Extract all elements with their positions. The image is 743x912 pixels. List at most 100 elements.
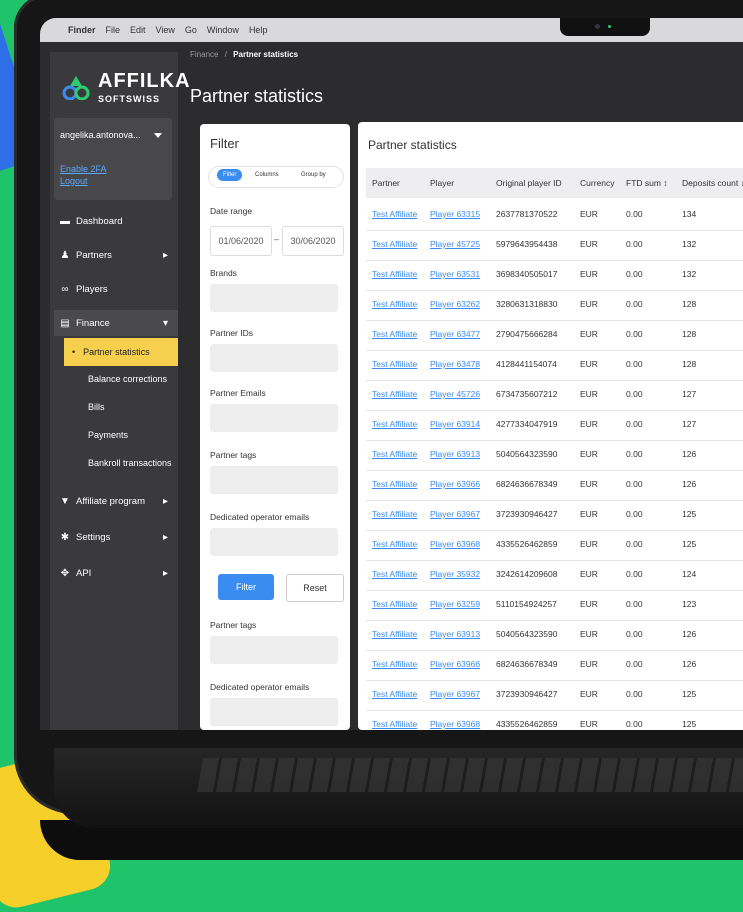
brand-logo[interactable]: AFFILKA SOFTSWISS [60, 62, 190, 112]
sidebar-item-balance-corrections[interactable]: Balance corrections [64, 374, 178, 384]
cell-player[interactable]: Player 63968 [430, 719, 480, 729]
cell-deposits-count: 128 [682, 329, 697, 339]
cell-partner[interactable]: Test Affiliate [372, 689, 417, 699]
cell-player[interactable]: Player 63477 [430, 329, 480, 339]
table-row[interactable]: Test Affiliate Player 63966 6824636678349 E… [366, 470, 743, 501]
tab-columns[interactable]: Columns [255, 172, 279, 178]
partner-ids-input[interactable] [210, 344, 338, 372]
column-header-currency[interactable]: Currency [580, 178, 614, 188]
table-row[interactable]: Test Affiliate Player 63967 3723930946427 E… [366, 680, 743, 711]
cell-partner[interactable]: Test Affiliate [372, 239, 417, 249]
partner-tags-input-2[interactable] [210, 636, 338, 664]
cell-player[interactable]: Player 63914 [430, 419, 480, 429]
sidebar-item-partners[interactable]: ♟ Partners ▸ [54, 242, 178, 268]
breadcrumb-parent[interactable]: Finance [190, 50, 218, 59]
table-row[interactable]: Test Affiliate Player 63968 4335526462859 E… [366, 530, 743, 561]
enable-2fa-link[interactable]: Enable 2FA [60, 164, 107, 174]
partner-emails-input[interactable] [210, 404, 338, 432]
menu-file[interactable]: File [106, 25, 121, 35]
table-row[interactable]: Test Affiliate Player 63531 3698340505017 E… [366, 260, 743, 291]
cell-partner[interactable]: Test Affiliate [372, 269, 417, 279]
table-row[interactable]: Test Affiliate Player 63259 5110154924257 E… [366, 590, 743, 621]
dedicated-emails-input[interactable] [210, 528, 338, 556]
cell-partner[interactable]: Test Affiliate [372, 509, 417, 519]
column-header-ftd-sum[interactable]: FTD sum ↕ [626, 178, 668, 188]
cell-player[interactable]: Player 45726 [430, 389, 480, 399]
cell-partner[interactable]: Test Affiliate [372, 569, 417, 579]
column-header-original-player-id[interactable]: Original player ID [496, 178, 562, 188]
cell-player[interactable]: Player 63968 [430, 539, 480, 549]
cell-player[interactable]: Player 63259 [430, 599, 480, 609]
cell-player[interactable]: Player 63315 [430, 209, 480, 219]
brands-input[interactable] [210, 284, 338, 312]
cell-partner[interactable]: Test Affiliate [372, 599, 417, 609]
cell-partner[interactable]: Test Affiliate [372, 359, 417, 369]
filter-button[interactable]: Filter [218, 574, 274, 600]
sidebar-item-payments[interactable]: Payments [64, 430, 178, 440]
sidebar-item-bills[interactable]: Bills [64, 402, 178, 412]
table-row[interactable]: Test Affiliate Player 63968 4335526462859 E… [366, 710, 743, 730]
dedicated-emails-input-2[interactable] [210, 698, 338, 726]
table-row[interactable]: Test Affiliate Player 63967 3723930946427 E… [366, 500, 743, 531]
cell-player[interactable]: Player 63967 [430, 509, 480, 519]
sidebar-item-partner-statistics[interactable]: • Partner statistics [64, 338, 178, 366]
cell-partner[interactable]: Test Affiliate [372, 719, 417, 729]
table-row[interactable]: Test Affiliate Player 63477 2790475666284 E… [366, 320, 743, 351]
cell-player[interactable]: Player 63262 [430, 299, 480, 309]
cell-partner[interactable]: Test Affiliate [372, 539, 417, 549]
tab-group-by[interactable]: Group by [301, 172, 326, 178]
sidebar-item-api[interactable]: ✥ API ▸ [54, 560, 178, 586]
sidebar-item-finance[interactable]: ▤ Finance ▾ [54, 310, 178, 336]
sidebar-item-affiliate-program[interactable]: ▼ Affiliate program ▸ [54, 488, 178, 514]
cell-player[interactable]: Player 35932 [430, 569, 480, 579]
cell-player[interactable]: Player 63913 [430, 629, 480, 639]
partner-tags-input[interactable] [210, 466, 338, 494]
table-row[interactable]: Test Affiliate Player 63913 5040564323590 E… [366, 620, 743, 651]
table-row[interactable]: Test Affiliate Player 35932 3242614209608 E… [366, 560, 743, 591]
sidebar-item-players[interactable]: ∞ Players [54, 276, 178, 302]
table-row[interactable]: Test Affiliate Player 45725 5979643954438 E… [366, 230, 743, 261]
table-row[interactable]: Test Affiliate Player 63966 6824636678349 E… [366, 650, 743, 681]
table-row[interactable]: Test Affiliate Player 63262 3280631318830 E… [366, 290, 743, 321]
cell-partner[interactable]: Test Affiliate [372, 659, 417, 669]
cell-partner[interactable]: Test Affiliate [372, 479, 417, 489]
cell-partner[interactable]: Test Affiliate [372, 299, 417, 309]
date-to-input[interactable]: 30/06/2020 [282, 226, 344, 256]
column-header-partner[interactable]: Partner [372, 178, 400, 188]
table-row[interactable]: Test Affiliate Player 63914 4277334047919 E… [366, 410, 743, 441]
menu-go[interactable]: Go [185, 25, 197, 35]
cell-player[interactable]: Player 63966 [430, 659, 480, 669]
menu-finder[interactable]: Finder [68, 25, 96, 35]
cell-partner[interactable]: Test Affiliate [372, 209, 417, 219]
table-row[interactable]: Test Affiliate Player 63913 5040564323590 E… [366, 440, 743, 471]
table-row[interactable]: Test Affiliate Player 63315 2637781370522 E… [366, 200, 743, 231]
cell-partner[interactable]: Test Affiliate [372, 629, 417, 639]
cell-player[interactable]: Player 45725 [430, 239, 480, 249]
cell-partner[interactable]: Test Affiliate [372, 329, 417, 339]
column-header-deposits-count[interactable]: Deposits count ↓ [682, 178, 743, 188]
cell-partner[interactable]: Test Affiliate [372, 449, 417, 459]
cell-player[interactable]: Player 63531 [430, 269, 480, 279]
logout-link[interactable]: Logout [60, 176, 88, 186]
table-row[interactable]: Test Affiliate Player 45726 6734735607212 E… [366, 380, 743, 411]
cell-partner[interactable]: Test Affiliate [372, 419, 417, 429]
sidebar-item-dashboard[interactable]: ▬ Dashboard [54, 208, 178, 234]
cell-player[interactable]: Player 63966 [430, 479, 480, 489]
cell-partner[interactable]: Test Affiliate [372, 389, 417, 399]
date-from-input[interactable]: 01/06/2020 [210, 226, 272, 256]
sidebar-item-settings[interactable]: ✱ Settings ▸ [54, 524, 178, 550]
cell-player[interactable]: Player 63913 [430, 449, 480, 459]
chevron-down-icon[interactable] [154, 133, 162, 138]
menu-window[interactable]: Window [207, 25, 239, 35]
user-name[interactable]: angelika.antonova... [60, 130, 141, 140]
cell-player[interactable]: Player 63478 [430, 359, 480, 369]
menu-view[interactable]: View [156, 25, 175, 35]
table-row[interactable]: Test Affiliate Player 63478 4128441154074 E… [366, 350, 743, 381]
column-header-player[interactable]: Player [430, 178, 454, 188]
tab-filter[interactable]: Filter [217, 169, 243, 181]
menu-help[interactable]: Help [249, 25, 268, 35]
reset-button[interactable]: Reset [286, 574, 344, 602]
sidebar-item-bankroll-transactions[interactable]: Bankroll transactions [64, 458, 178, 468]
menu-edit[interactable]: Edit [130, 25, 146, 35]
cell-player[interactable]: Player 63967 [430, 689, 480, 699]
